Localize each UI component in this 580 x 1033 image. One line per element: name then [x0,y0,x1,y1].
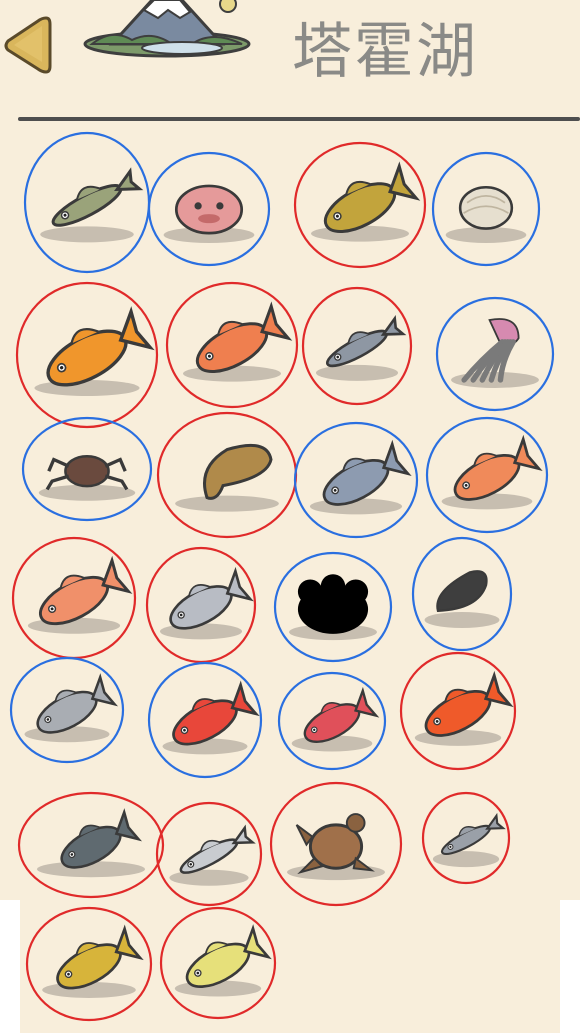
fish-slot[interactable] [398,650,518,772]
fish-collection-screen: 塔霍湖 [0,0,580,1033]
shadow [40,226,134,243]
fish-slot[interactable] [155,410,299,540]
shadow [175,495,279,512]
fish-slot[interactable] [300,285,414,407]
pomfret-icon [9,656,125,764]
red-snapper-icon [165,281,299,409]
sea-bream-icon [11,536,137,660]
fish-slot[interactable] [146,150,272,268]
sea-turtle-icon [269,781,403,907]
fish-slot[interactable] [292,420,420,540]
koi-icon [425,416,549,534]
fish-slot[interactable] [20,415,154,523]
goldfish-icon [15,281,159,429]
fish-slot[interactable] [16,790,166,900]
clam-icon [431,151,541,267]
fish-slot[interactable] [420,790,512,886]
blobfish-icon [147,151,271,267]
trout-icon [23,131,151,274]
fish-slot[interactable] [276,670,388,772]
silver-fish-icon [145,546,257,664]
fish-slot[interactable] [14,280,160,430]
cuttlefish-icon [156,411,298,539]
fish-slot[interactable] [410,535,514,653]
fish-slot[interactable] [164,280,300,410]
fish-slot[interactable] [158,905,278,1021]
fish-slot[interactable] [272,550,394,664]
needlefish-icon [155,801,263,907]
crab-icon [21,416,153,522]
yellow-perch-icon [25,906,153,1022]
tilapia-icon [17,791,165,899]
shadow [315,364,399,381]
unknown-silhouette-icon [273,551,393,663]
fish-slot[interactable] [146,660,264,780]
fish-slot[interactable] [144,545,258,665]
fish-slot[interactable] [430,150,542,268]
fish-slot[interactable] [22,130,152,275]
small-minnow-icon [421,791,511,885]
fish-slot[interactable] [10,535,138,661]
yellowtail-icon [293,421,419,539]
red-grouper-icon [147,661,263,779]
fish-slot[interactable] [434,295,556,413]
fish-slot[interactable] [154,800,264,908]
fish-slot[interactable] [268,780,404,908]
yellow-fin-fish-icon [159,906,277,1020]
red-rockfish-icon [277,671,387,771]
mussel-icon [411,536,513,652]
carp-icon [293,141,427,269]
fish-grid [0,0,580,1033]
fish-slot[interactable] [8,655,126,765]
fish-slot[interactable] [424,415,550,535]
fish-slot[interactable] [24,905,154,1023]
shadow [34,380,140,396]
fish-slot[interactable] [292,140,428,270]
orange-rockfish-icon [399,651,517,771]
jellyfish-icon [435,296,555,412]
shadow [424,611,500,628]
sardine-icon [301,286,413,406]
